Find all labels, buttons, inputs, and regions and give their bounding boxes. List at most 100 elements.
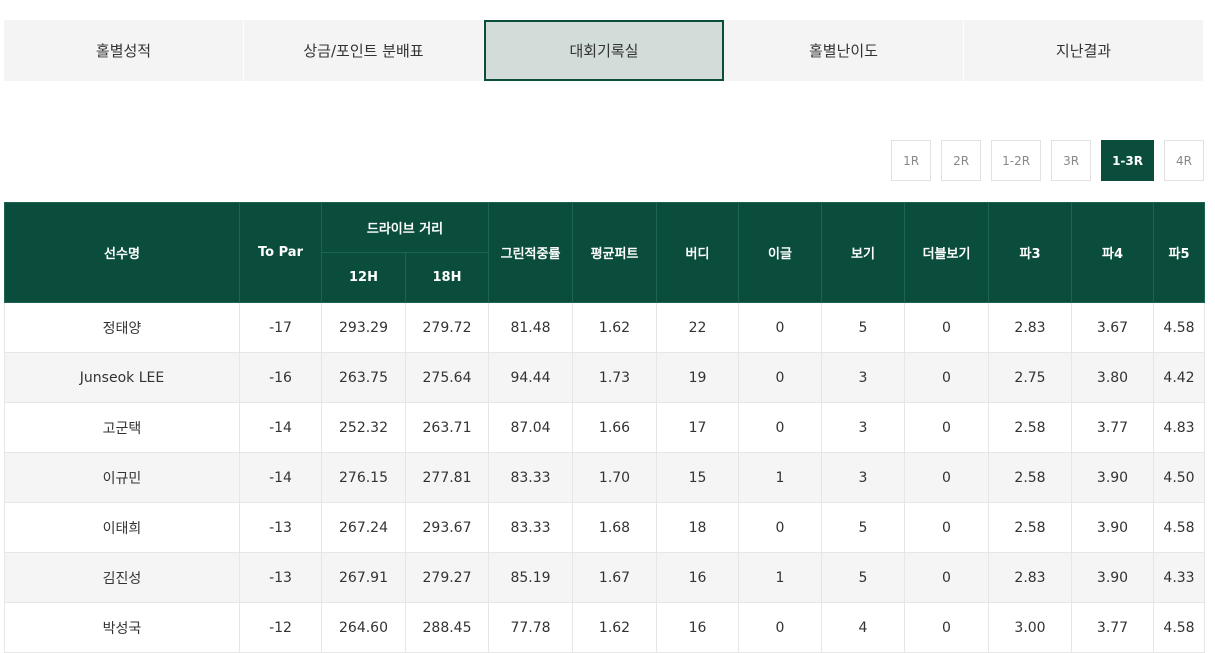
header-avg-putt: 평균퍼트 — [572, 202, 658, 303]
header-bogey: 보기 — [821, 202, 906, 303]
stat-cell: 1.73 — [572, 352, 658, 403]
stat-cell: 19 — [656, 352, 740, 403]
player-name-cell: 이규민 — [4, 452, 240, 503]
stat-cell: 0 — [904, 602, 990, 653]
round-button-1-3r[interactable]: 1-3R — [1101, 140, 1154, 181]
stat-cell: 3 — [821, 402, 906, 453]
header-eagle: 이글 — [738, 202, 823, 303]
stat-cell: 267.91 — [321, 552, 406, 603]
stat-cell: 5 — [821, 552, 906, 603]
stat-cell: 1.62 — [572, 602, 658, 653]
stat-cell: 288.45 — [404, 602, 490, 653]
record-tabs: 홀별성적 상금/포인트 분배표 대회기록실 홀별난이도 지난결과 — [4, 20, 1204, 81]
stat-cell: 2.58 — [988, 452, 1073, 503]
stat-cell: 15 — [656, 452, 740, 503]
stat-cell: 3 — [821, 452, 906, 503]
stat-cell: 0 — [738, 602, 823, 653]
tab-hole-difficulty[interactable]: 홀별난이도 — [724, 20, 964, 81]
stat-cell: 293.29 — [321, 302, 406, 353]
round-button-4r[interactable]: 4R — [1164, 140, 1204, 181]
round-button-2r[interactable]: 2R — [941, 140, 982, 181]
stat-cell: 94.44 — [488, 352, 574, 403]
stat-cell: 16 — [656, 552, 740, 603]
header-par4: 파4 — [1071, 202, 1155, 303]
stat-cell: 3.90 — [1071, 552, 1155, 603]
player-name-cell: 정태양 — [4, 302, 240, 353]
stat-cell: 276.15 — [321, 452, 406, 503]
player-name-cell: 박성국 — [4, 602, 240, 653]
player-name-cell: Junseok LEE — [4, 352, 240, 403]
stat-cell: 0 — [904, 552, 990, 603]
stat-cell: 2.83 — [988, 552, 1073, 603]
stats-table-container: 선수명 To Par 드라이브 거리 그린적중률 평균퍼트 버디 이글 보기 더… — [4, 202, 1206, 653]
stat-cell: 18 — [656, 502, 740, 553]
round-selector: 1R 2R 1-2R 3R 1-3R 4R — [891, 140, 1204, 181]
stat-cell: -12 — [239, 602, 322, 653]
stat-cell: 2.75 — [988, 352, 1073, 403]
header-birdie: 버디 — [656, 202, 740, 303]
player-name-cell: 이태희 — [4, 502, 240, 553]
stat-cell: 277.81 — [404, 452, 490, 503]
stat-cell: 0 — [738, 352, 823, 403]
stat-cell: 1.62 — [572, 302, 658, 353]
stat-cell: 3.00 — [988, 602, 1073, 653]
stat-cell: 3.77 — [1071, 402, 1155, 453]
stat-cell: -17 — [239, 302, 322, 353]
tab-prize-points[interactable]: 상금/포인트 분배표 — [244, 20, 484, 81]
stat-cell: 3.90 — [1071, 502, 1155, 553]
stat-cell: 2.58 — [988, 502, 1073, 553]
stat-cell: 275.64 — [404, 352, 490, 403]
stat-cell: 3.80 — [1071, 352, 1155, 403]
stat-cell: 17 — [656, 402, 740, 453]
stat-cell: 4.58 — [1153, 502, 1206, 553]
stat-cell: 83.33 — [488, 502, 574, 553]
stat-cell: 1.70 — [572, 452, 658, 503]
header-double-bogey: 더블보기 — [904, 202, 990, 303]
stat-cell: 0 — [904, 352, 990, 403]
stat-cell: 3.67 — [1071, 302, 1155, 353]
stat-cell: 85.19 — [488, 552, 574, 603]
round-button-1r[interactable]: 1R — [891, 140, 932, 181]
stat-cell: 3.90 — [1071, 452, 1155, 503]
stat-cell: 5 — [821, 302, 906, 353]
stat-cell: 0 — [904, 452, 990, 503]
stat-cell: 77.78 — [488, 602, 574, 653]
stat-cell: 0 — [738, 402, 823, 453]
stat-cell: -14 — [239, 452, 322, 503]
stat-cell: -13 — [239, 552, 322, 603]
table-row: 고군택 -14 252.32 263.71 87.04 1.66 17 0 3 0 2.58 3.77… — [4, 402, 1206, 453]
stat-cell: 0 — [738, 502, 823, 553]
stat-cell: 87.04 — [488, 402, 574, 453]
stat-cell: 0 — [904, 502, 990, 553]
stat-cell: 4.58 — [1153, 302, 1206, 353]
tab-hole-scores[interactable]: 홀별성적 — [4, 20, 244, 81]
player-name-cell: 김진성 — [4, 552, 240, 603]
header-to-par: To Par — [239, 202, 322, 303]
stat-cell: 1.68 — [572, 502, 658, 553]
table-row: 정태양 -17 293.29 279.72 81.48 1.62 22 0 5 0 2.83 3.67… — [4, 302, 1206, 353]
stat-cell: 81.48 — [488, 302, 574, 353]
stat-cell: 3.77 — [1071, 602, 1155, 653]
stat-cell: 2.83 — [988, 302, 1073, 353]
stat-cell: 22 — [656, 302, 740, 353]
stat-cell: 279.27 — [404, 552, 490, 603]
round-button-1-2r[interactable]: 1-2R — [991, 140, 1042, 181]
stat-cell: 4.83 — [1153, 402, 1206, 453]
stat-cell: -13 — [239, 502, 322, 553]
stat-cell: 16 — [656, 602, 740, 653]
stat-cell: 1.66 — [572, 402, 658, 453]
tab-tournament-records[interactable]: 대회기록실 — [484, 20, 724, 81]
table-row: 박성국 -12 264.60 288.45 77.78 1.62 16 0 4 0 3.00 3.77… — [4, 602, 1206, 653]
round-button-3r[interactable]: 3R — [1051, 140, 1092, 181]
stat-cell: -16 — [239, 352, 322, 403]
stat-cell: 4.33 — [1153, 552, 1206, 603]
stat-cell: 83.33 — [488, 452, 574, 503]
stat-cell: 4.42 — [1153, 352, 1206, 403]
stat-cell: 267.24 — [321, 502, 406, 553]
tab-past-results[interactable]: 지난결과 — [964, 20, 1204, 81]
stats-table: 선수명 To Par 드라이브 거리 그린적중률 평균퍼트 버디 이글 보기 더… — [4, 202, 1206, 653]
stat-cell: 0 — [738, 302, 823, 353]
stat-cell: 279.72 — [404, 302, 490, 353]
table-row: 이규민 -14 276.15 277.81 83.33 1.70 15 1 3 0 2.58 3.90… — [4, 452, 1206, 503]
stat-cell: 2.58 — [988, 402, 1073, 453]
